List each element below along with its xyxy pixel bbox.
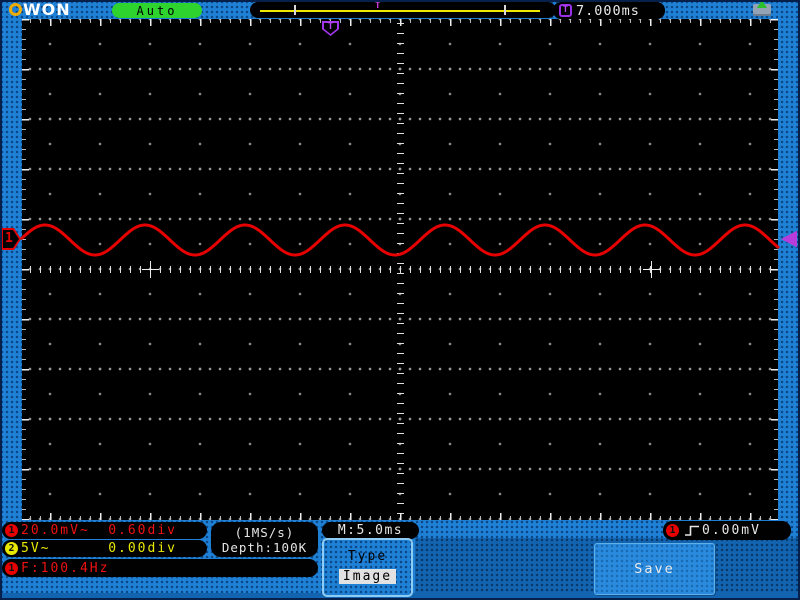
channel1-waveform-trace — [20, 223, 780, 257]
channel2-readout: 2 5V~ 0.00div — [2, 540, 207, 557]
top-status-bar: WON Auto T T 7.000ms — [0, 0, 800, 19]
channel1-position-marker[interactable]: 1 — [1, 228, 21, 250]
frequency-value: F:100.4Hz — [21, 560, 110, 576]
type-button-label: Type — [347, 549, 388, 564]
channel2-badge: 2 — [5, 542, 18, 555]
save-button[interactable]: Save — [594, 543, 715, 595]
channel2-position: 0.00div — [108, 541, 177, 556]
record-length-line — [260, 10, 540, 12]
rising-edge-icon — [685, 525, 699, 536]
waveform-display: T — [20, 19, 780, 520]
channel2-scale: 5V~ — [21, 541, 51, 556]
trigger-time-readout: T 7.000ms — [553, 2, 665, 19]
channel1-marker-label: 1 — [5, 231, 13, 246]
trigger-level-value: 0.00mV — [702, 523, 761, 538]
window-trigger-marker: T — [375, 1, 381, 11]
record-window-indicator: T — [250, 2, 556, 18]
trigger-channel-badge: 1 — [666, 524, 679, 537]
acquisition-mode-badge: Auto — [112, 3, 202, 18]
trigger-position-label: T — [327, 21, 334, 32]
trigger-time-value: 7.000ms — [576, 2, 640, 19]
type-image-button[interactable]: Type Image — [322, 538, 413, 597]
frequency-channel-badge: 1 — [5, 561, 18, 575]
type-button-value: Image — [338, 569, 397, 584]
channel1-position: 0.60div — [108, 523, 177, 538]
owon-logo: WON — [9, 0, 71, 19]
logo-o-icon — [9, 3, 22, 16]
memory-depth-value: Depth:100K — [221, 539, 308, 555]
logo-text: WON — [23, 0, 71, 19]
trigger-level-readout: 1 0.00mV — [663, 521, 791, 540]
window-left-bracket-icon — [294, 5, 296, 15]
usb-flash-drive-icon — [753, 0, 771, 16]
sample-rate-value: (1MS/s) — [234, 524, 295, 540]
sample-rate-readout: (1MS/s) Depth:100K — [211, 522, 318, 557]
channel1-readout: 1 20.0mV~ 0.60div — [2, 522, 207, 539]
oscilloscope-screen: WON Auto T T 7.000ms T 1 1 20.0mV~ 0.60d… — [0, 0, 800, 600]
trigger-t-icon: T — [559, 4, 572, 17]
frequency-readout: 1 F:100.4Hz — [2, 559, 318, 577]
channel1-badge: 1 — [5, 524, 18, 537]
timebase-value: M:5.0ms — [337, 523, 404, 538]
window-right-bracket-icon — [504, 5, 506, 15]
channel1-scale: 20.0mV~ — [21, 523, 90, 538]
trigger-level-arrow-icon[interactable] — [781, 230, 797, 248]
save-button-label: Save — [634, 561, 675, 577]
timebase-readout: M:5.0ms — [322, 522, 419, 539]
